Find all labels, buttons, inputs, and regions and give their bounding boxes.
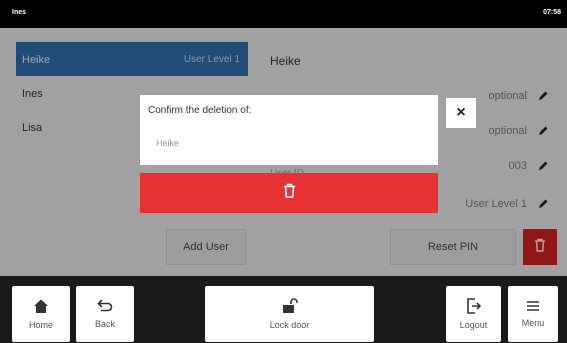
- status-bar: Ines 07:58: [0, 0, 567, 28]
- logout-button[interactable]: Logout: [446, 286, 501, 342]
- confirm-delete-button[interactable]: [140, 173, 438, 213]
- home-icon: [33, 298, 49, 314]
- back-button[interactable]: Back: [76, 286, 134, 342]
- logout-label: Logout: [459, 320, 488, 330]
- menu-button[interactable]: Menu: [508, 286, 558, 342]
- home-label: Home: [28, 320, 53, 330]
- back-label: Back: [94, 319, 115, 329]
- home-button[interactable]: Home: [12, 286, 70, 342]
- back-arrow-icon: [97, 299, 113, 313]
- dialog-target-name: Heike: [156, 138, 180, 148]
- lock-door-label: Lock door: [269, 320, 310, 330]
- dialog-title: Confirm the deletion of:: [148, 105, 252, 116]
- lock-door-button[interactable]: Lock door: [205, 286, 374, 342]
- menu-label: Menu: [521, 318, 545, 328]
- bottom-navigation: Home Back Lock door Logout Menu: [0, 276, 567, 343]
- clock: 07:58: [543, 9, 561, 16]
- trash-icon: [283, 183, 296, 203]
- unlock-icon: [282, 298, 298, 314]
- close-button[interactable]: ×: [446, 98, 476, 128]
- delete-confirm-dialog: Confirm the deletion of: Heike: [140, 95, 438, 165]
- logout-icon: [466, 298, 482, 314]
- current-user: Ines: [12, 9, 27, 16]
- menu-icon: [526, 300, 540, 312]
- close-icon: ×: [456, 104, 466, 121]
